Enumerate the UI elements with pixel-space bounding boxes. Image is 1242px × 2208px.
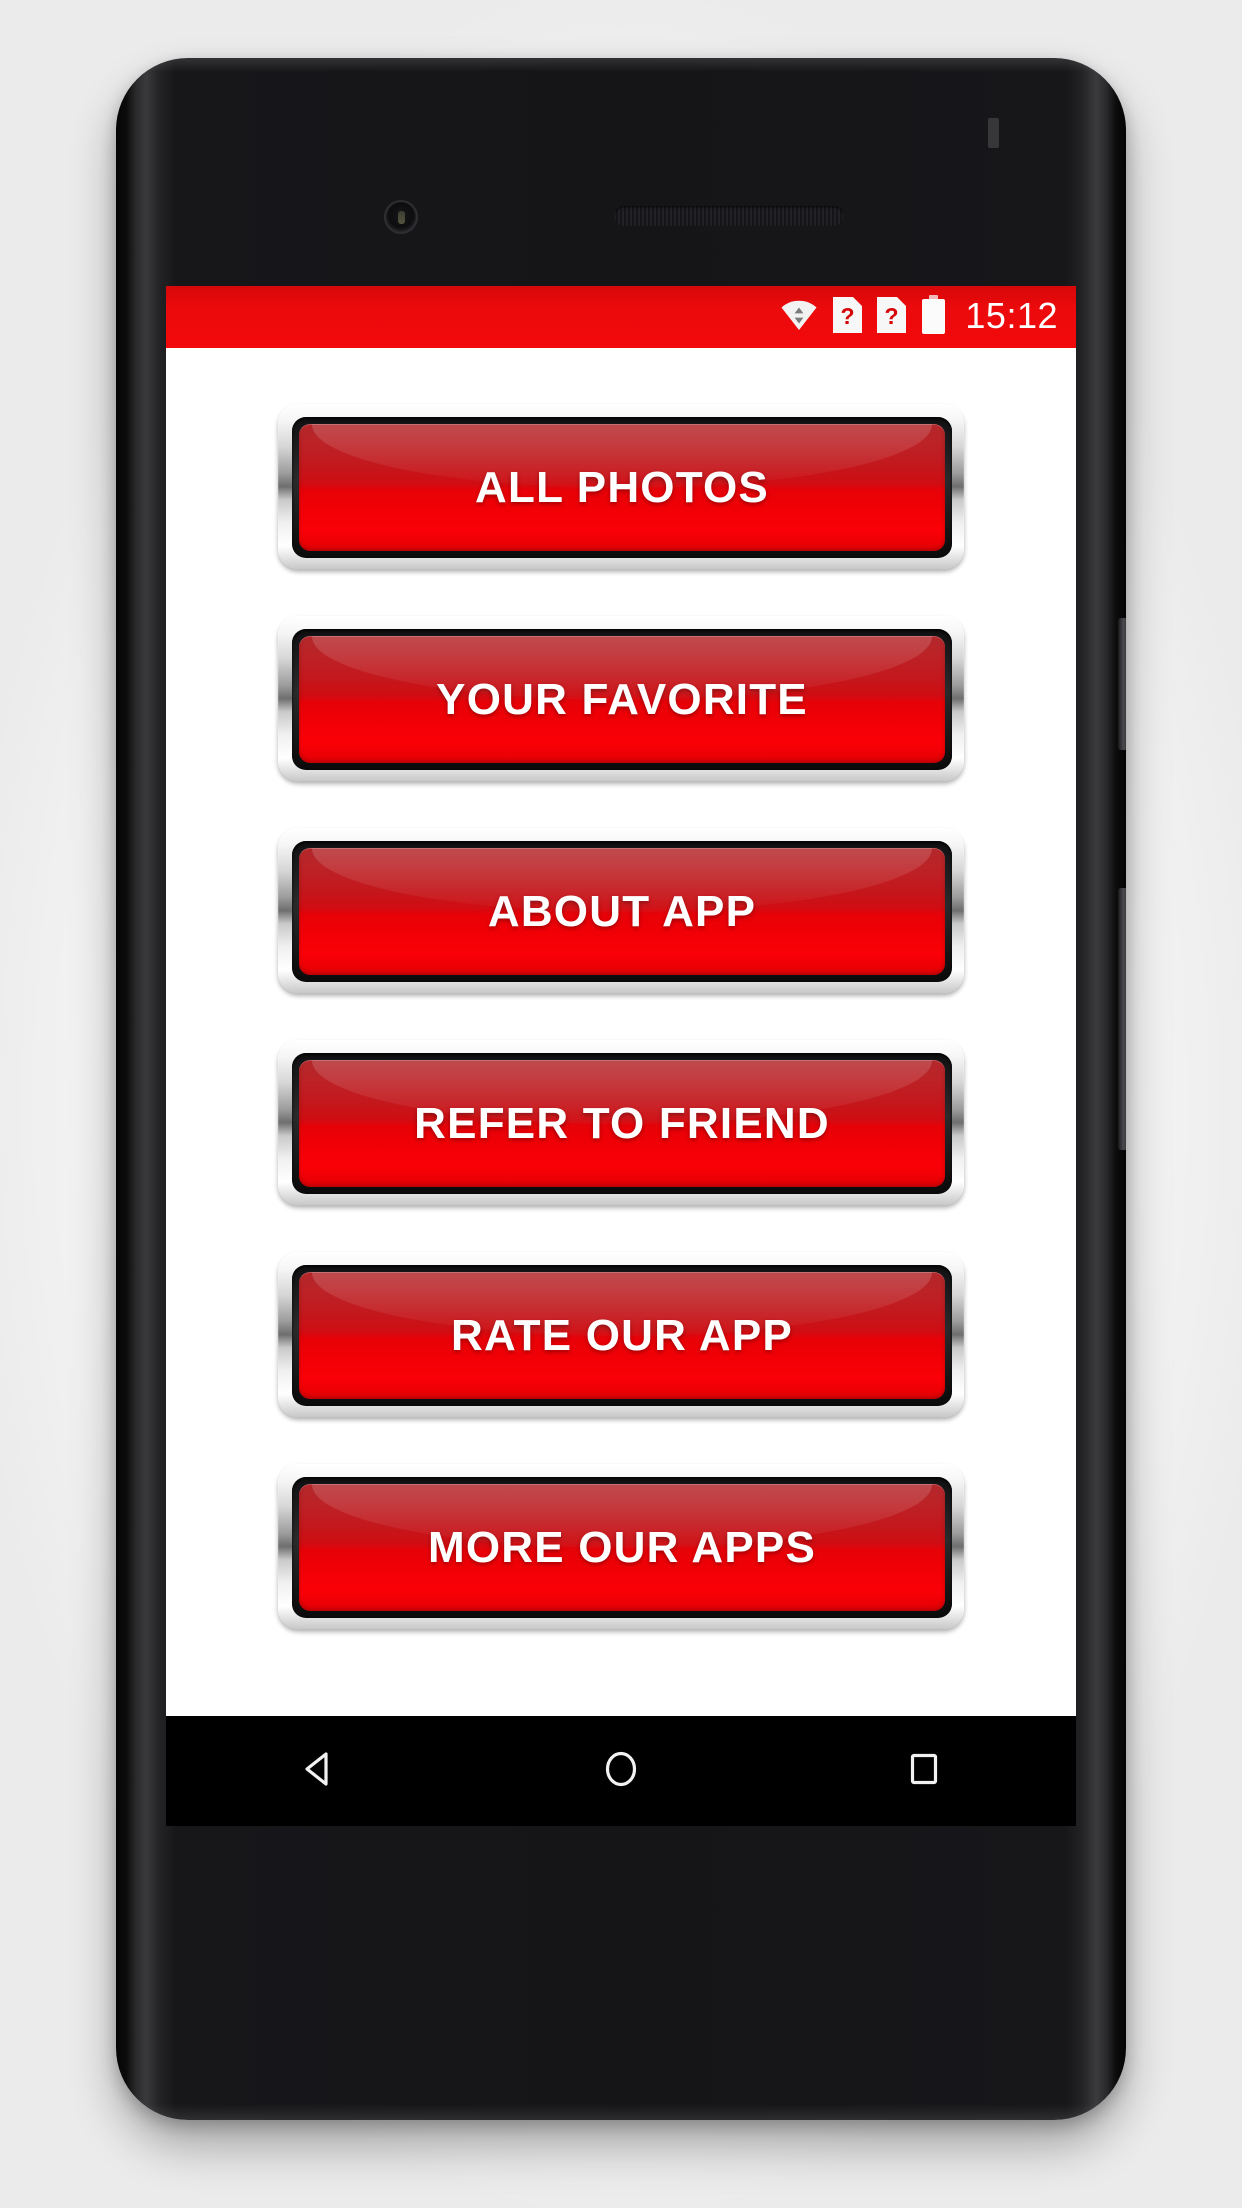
all-photos-button[interactable]: ALL PHOTOS — [278, 404, 964, 569]
button-red-face: YOUR FAVORITE — [299, 636, 945, 763]
recents-square-icon — [902, 1747, 946, 1796]
rate-our-app-button-label: RATE OUR APP — [451, 1310, 793, 1360]
all-photos-button-label: ALL PHOTOS — [475, 462, 769, 512]
status-bar: ? ? 15:12 — [166, 286, 1076, 348]
screenshot-canvas: ? ? 15:12 ALL PHOTOS YOUR FAVORITE ABOUT… — [0, 0, 1242, 2208]
about-app-button-label: ABOUT APP — [487, 886, 757, 936]
home-circle-icon — [599, 1747, 643, 1796]
recents-button[interactable] — [864, 1716, 984, 1826]
sim-card-1-icon: ? — [833, 296, 863, 338]
back-triangle-icon — [296, 1747, 340, 1796]
button-red-face: REFER TO FRIEND — [299, 1060, 945, 1187]
phone-device: ? ? 15:12 ALL PHOTOS YOUR FAVORITE ABOUT… — [116, 58, 1126, 2120]
antenna-band — [988, 118, 999, 148]
about-app-button[interactable]: ABOUT APP — [278, 828, 964, 993]
rate-our-app-button[interactable]: RATE OUR APP — [278, 1252, 964, 1417]
your-favorite-button[interactable]: YOUR FAVORITE — [278, 616, 964, 781]
svg-text:?: ? — [841, 303, 855, 329]
svg-text:?: ? — [885, 303, 899, 329]
front-camera-lens — [398, 211, 405, 224]
back-button[interactable] — [258, 1716, 378, 1826]
your-favorite-button-label: YOUR FAVORITE — [436, 674, 808, 724]
more-our-apps-button-label: MORE OUR APPS — [427, 1522, 816, 1572]
volume-rocker[interactable] — [1118, 888, 1126, 1150]
wifi-icon — [780, 299, 818, 336]
front-camera — [384, 200, 418, 234]
earpiece-speaker — [614, 206, 844, 226]
battery-icon — [921, 295, 946, 339]
more-our-apps-button[interactable]: MORE OUR APPS — [278, 1464, 964, 1629]
status-bar-clock: 15:12 — [965, 295, 1058, 336]
button-red-face: ALL PHOTOS — [299, 424, 945, 551]
home-button[interactable] — [561, 1716, 681, 1826]
app-content: ALL PHOTOS YOUR FAVORITE ABOUT APP REFER… — [166, 348, 1076, 1716]
button-red-face: RATE OUR APP — [299, 1272, 945, 1399]
refer-to-friend-button[interactable]: REFER TO FRIEND — [278, 1040, 964, 1205]
phone-screen: ? ? 15:12 ALL PHOTOS YOUR FAVORITE ABOUT… — [166, 286, 1076, 1826]
button-red-face: MORE OUR APPS — [299, 1484, 945, 1611]
power-button[interactable] — [1118, 618, 1126, 750]
navigation-bar — [166, 1716, 1076, 1826]
refer-to-friend-button-label: REFER TO FRIEND — [414, 1098, 830, 1148]
button-red-face: ABOUT APP — [299, 848, 945, 975]
sim-card-2-icon: ? — [877, 296, 907, 338]
